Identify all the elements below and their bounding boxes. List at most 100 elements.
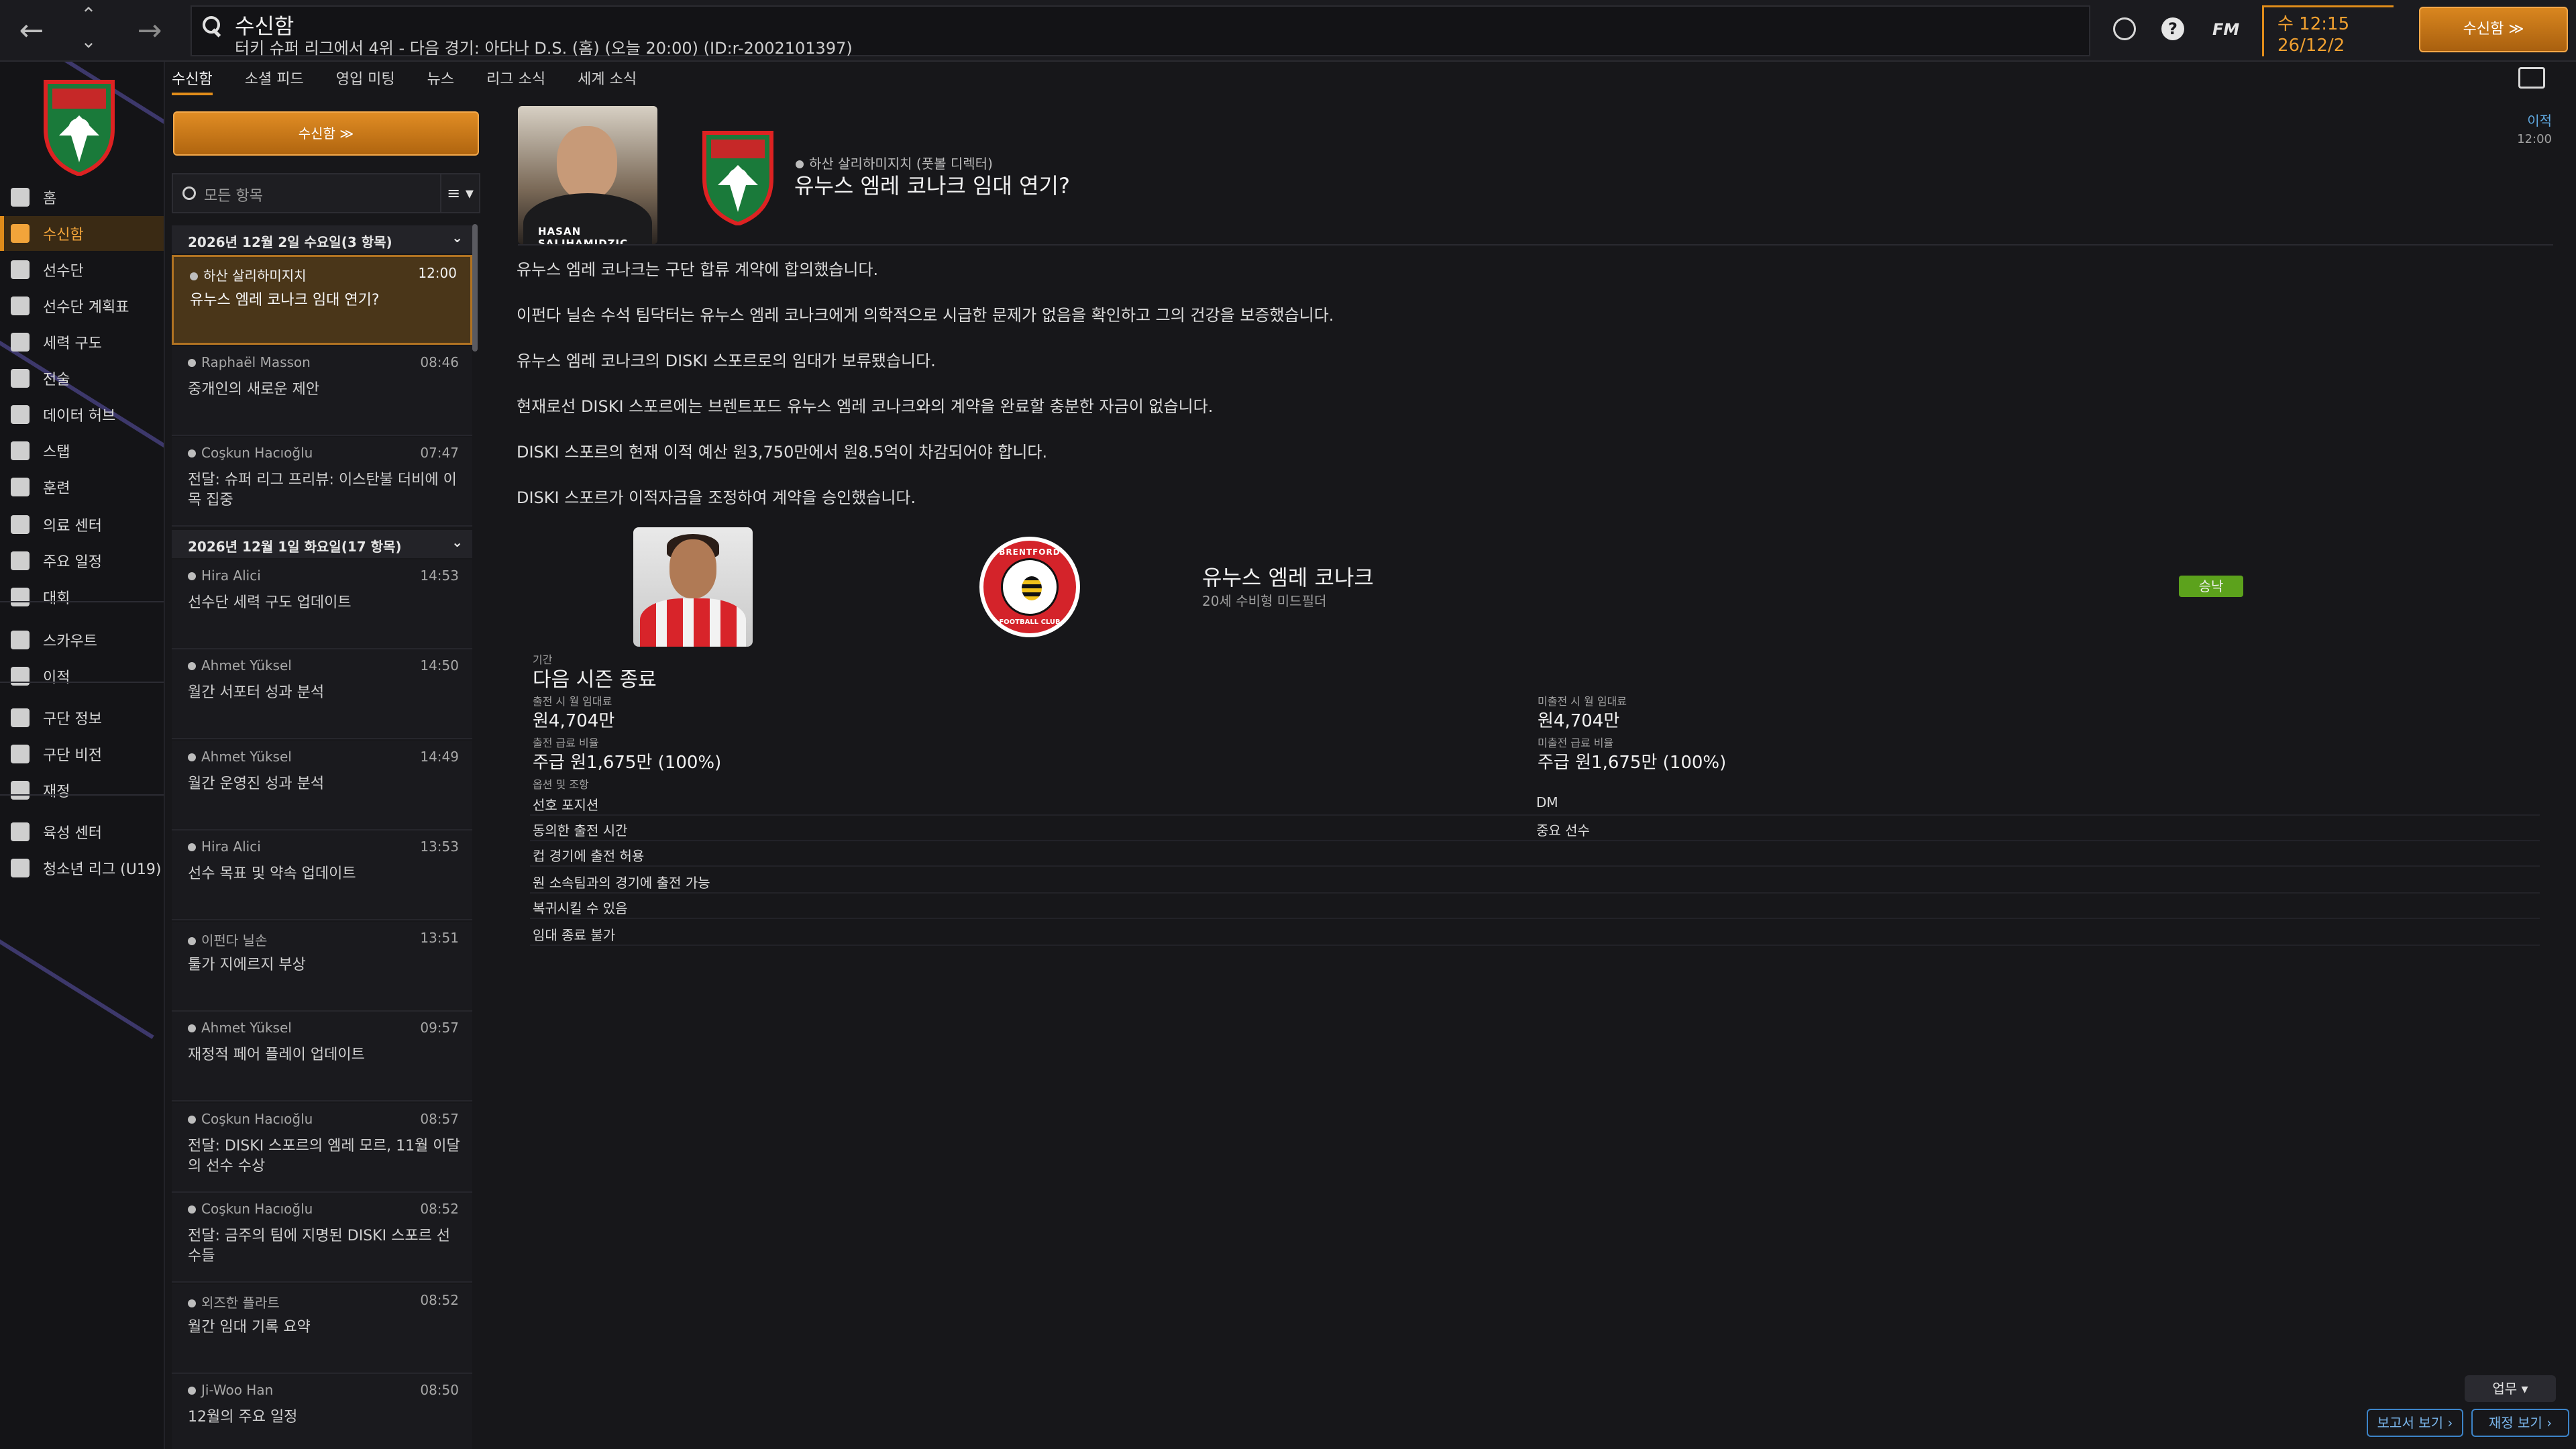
option-row: 선호 포지션 DM [530, 789, 2540, 816]
inbox-tabs: 수신함 소셜 피드 영입 미팅 뉴스 리그 소식 세계 소식 [172, 64, 669, 95]
option-row: 복귀시킬 수 있음 [530, 892, 2540, 919]
person-icon [188, 753, 196, 761]
inbox-message[interactable]: Coşkun Hacıoğlu 07:47 전달: 슈퍼 리그 프리뷰: 이스탄불 … [172, 437, 472, 527]
option-key: 선호 포지션 [533, 797, 599, 813]
inbox-message[interactable]: Coşkun Hacıoğlu 08:52 전달: 금주의 팀에 지명된 DISKI… [172, 1193, 472, 1283]
sidebar-item[interactable]: 선수단 계획표 [0, 288, 164, 323]
person-icon [188, 1116, 196, 1124]
filter-menu-icon[interactable]: ≡ ▾ [440, 173, 480, 213]
person-icon [188, 1205, 196, 1214]
view-report-button[interactable]: 보고서 보기 › [2367, 1409, 2463, 1437]
message-subject: 툴가 지에르지 부상 [188, 957, 306, 973]
brentford-club-logo[interactable]: BRENTFORD FOOTBALL CLUB [979, 537, 1080, 637]
inbox-message[interactable]: 하산 살리하미지치 12:00 유누스 엠레 코나크 임대 연기? [172, 255, 472, 345]
tab[interactable]: 수신함 [172, 64, 213, 95]
sidebar-item[interactable]: 의료 센터 [0, 507, 164, 542]
message-sender-name: Ahmet Yüksel [201, 1020, 292, 1036]
inbox-message[interactable]: Hira Alici 13:53 선수 목표 및 약속 업데이트 [172, 830, 472, 920]
global-search-bar[interactable]: 수신함 터키 슈퍼 리그에서 4위 - 다음 경기: 아다나 D.S. (홈) … [191, 5, 2090, 58]
sidebar-item[interactable]: 데이터 허브 [0, 397, 164, 432]
message-subject: 선수 목표 및 약속 업데이트 [188, 865, 356, 882]
inbox-search-input[interactable]: 모든 항목 [172, 173, 453, 213]
message-subject: 중개인의 새로운 제안 [188, 381, 320, 398]
inbox-message[interactable]: Ahmet Yüksel 09:57 재정적 페어 플레이 업데이트 [172, 1012, 472, 1102]
club-info-icon [11, 708, 30, 727]
message-category-label[interactable]: 이적 [2496, 110, 2552, 129]
sidebar-item-label: 세력 구도 [43, 335, 102, 352]
sidebar-item[interactable]: 선수단 [0, 252, 164, 287]
sidebar-item[interactable]: 육성 센터 [0, 814, 164, 849]
club-badge-icon[interactable] [39, 68, 119, 176]
chevron-up-icon[interactable]: ⌃ [75, 5, 102, 24]
sidebar-item[interactable]: 이적 [0, 659, 164, 694]
chevron-down-icon[interactable]: ⌄ [451, 534, 463, 550]
sidebar-item-label: 청소년 리그 (U19) [43, 861, 162, 878]
role-button[interactable]: 업무 ▾ [2465, 1375, 2556, 1402]
sidebar-item[interactable]: 재정 [0, 773, 164, 808]
clipboard-icon [11, 297, 30, 315]
inbox-message[interactable]: Hira Alici 14:53 선수단 세력 구도 업데이트 [172, 559, 472, 649]
top-bar: ← ⌃ ⌄ → 수신함 터키 슈퍼 리그에서 4위 - 다음 경기: 아다나 D… [0, 0, 2576, 62]
inbox-message[interactable]: Ji-Woo Han 08:50 12월의 주요 일정 [172, 1374, 472, 1449]
sidebar-item[interactable]: 대회 [0, 580, 164, 614]
group-header[interactable]: 2026년 12월 2일 수요일(3 항목) ⌄ [172, 225, 472, 254]
forward-arrow-icon[interactable]: → [133, 16, 166, 46]
option-key: 컵 경기에 출전 허용 [533, 848, 645, 864]
fm-logo[interactable]: FM [2212, 20, 2239, 39]
chevron-down-icon[interactable]: ⌄ [75, 32, 102, 51]
inbox-message[interactable]: Coşkun Hacıoğlu 08:57 전달: DISKI 스포르의 엠레 모르… [172, 1103, 472, 1193]
fullscreen-icon[interactable] [2518, 67, 2545, 89]
player-description: 20세 수비형 미드필더 [1202, 593, 1327, 609]
inbox-message[interactable]: Ahmet Yüksel 14:50 월간 서포터 성과 분석 [172, 649, 472, 739]
sidebar-item[interactable]: 청소년 리그 (U19) [0, 851, 164, 885]
message-sender: Coşkun Hacıoğlu [188, 445, 313, 461]
player-name[interactable]: 유누스 엠레 코나크 [1202, 561, 1374, 592]
fee-played-value: 원4,704만 [533, 711, 615, 731]
sidebar-item[interactable]: 전술 [0, 361, 164, 396]
globe-icon[interactable] [2113, 17, 2136, 40]
message-body-line: 현재로선 DISKI 스포르에는 브렌트포드 유누스 엠레 코나크와의 계약을 … [517, 397, 1214, 416]
inbox-scrollbar[interactable] [472, 224, 478, 352]
game-date[interactable]: 수 12:15 26/12/2 [2262, 5, 2394, 56]
sidebar-item[interactable]: 훈련 [0, 470, 164, 504]
inbox-continue-button[interactable]: 수신함 ≫ [173, 111, 479, 156]
view-finance-button[interactable]: 재정 보기 › [2471, 1409, 2569, 1437]
option-key: 동의한 출전 시간 [533, 822, 628, 839]
person-icon [188, 449, 196, 458]
sidebar-item[interactable]: 구단 정보 [0, 700, 164, 735]
inbox-message[interactable]: Raphaël Masson 08:46 중개인의 새로운 제안 [172, 346, 472, 436]
help-icon[interactable]: ? [2161, 17, 2184, 40]
message-body-line: DISKI 스포르의 현재 이적 예산 원3,750만에서 원8.5억이 차감되… [517, 443, 1048, 462]
tab[interactable]: 세계 소식 [578, 64, 637, 95]
continue-button[interactable]: 수신함 ≫ [2419, 7, 2568, 52]
message-subject: 전달: DISKI 스포르의 엠레 모르, 11월 이달의 선수 수상 [188, 1138, 460, 1175]
sidebar-item[interactable]: 주요 일정 [0, 543, 164, 578]
shirt-icon [11, 260, 30, 279]
message-time: 14:53 [420, 568, 459, 584]
inbox-message[interactable]: 외즈한 플라트 08:52 월간 임대 기록 요약 [172, 1284, 472, 1374]
inbox-icon [11, 224, 30, 243]
tab[interactable]: 뉴스 [427, 64, 454, 95]
chevron-down-icon[interactable]: ⌄ [451, 229, 463, 246]
sidebar-item[interactable]: 구단 비전 [0, 737, 164, 771]
tab[interactable]: 소셜 피드 [245, 64, 304, 95]
sidebar-item-label: 데이터 허브 [43, 408, 116, 425]
message-sender-name: 하산 살리하미지치 [203, 268, 307, 284]
group-header[interactable]: 2026년 12월 1일 화요일(17 항목) ⌄ [172, 530, 472, 558]
sidebar-item[interactable]: 스카우트 [0, 623, 164, 657]
sender-photo: HASAN SALIHAMIDZIC [518, 106, 657, 244]
sidebar-item[interactable]: 수신함 [0, 216, 164, 251]
sidebar-item-label: 대회 [43, 590, 70, 607]
back-arrow-icon[interactable]: ← [15, 16, 48, 46]
tab[interactable]: 영입 미팅 [336, 64, 395, 95]
sidebar-item[interactable]: 스탭 [0, 433, 164, 468]
inbox-message[interactable]: 이펀다 닐손 13:51 툴가 지에르지 부상 [172, 922, 472, 1012]
inbox-message[interactable]: Ahmet Yüksel 14:49 월간 운영진 성과 분석 [172, 741, 472, 830]
message-time: 14:49 [420, 749, 459, 765]
sidebar-item[interactable]: 세력 구도 [0, 325, 164, 360]
player-photo[interactable] [633, 527, 753, 647]
tab[interactable]: 리그 소식 [486, 64, 545, 95]
sidebar-item[interactable]: 홈 [0, 180, 164, 215]
message-time: 12:00 [418, 265, 457, 281]
message-sender: Ahmet Yüksel [188, 749, 292, 765]
